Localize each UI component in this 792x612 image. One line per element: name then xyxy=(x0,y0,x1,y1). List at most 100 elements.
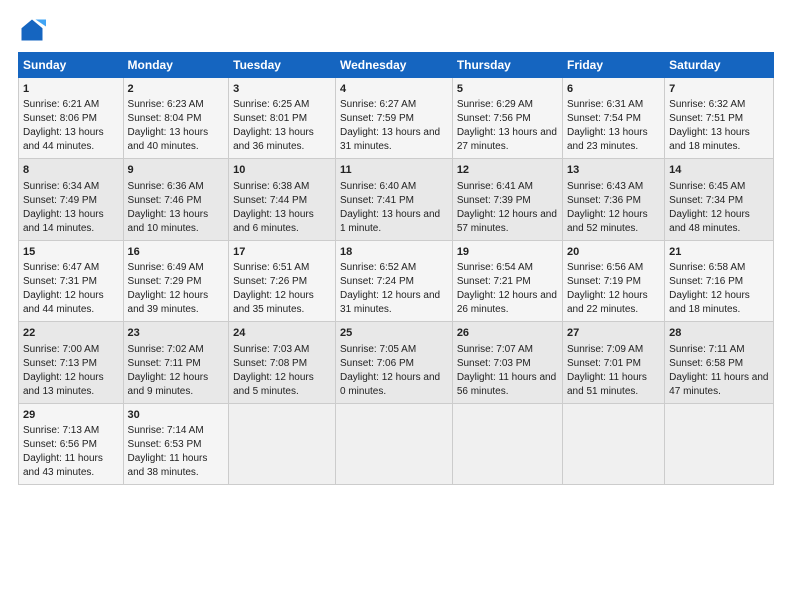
daylight-text: Daylight: 12 hours and 9 minutes. xyxy=(128,372,209,397)
calendar-cell: 10Sunrise: 6:38 AMSunset: 7:44 PMDayligh… xyxy=(229,159,336,240)
daylight-text: Daylight: 13 hours and 31 minutes. xyxy=(340,127,440,152)
sunset-text: Sunset: 7:31 PM xyxy=(23,276,97,287)
daylight-text: Daylight: 13 hours and 10 minutes. xyxy=(128,209,209,234)
sunrise-text: Sunrise: 7:14 AM xyxy=(128,425,204,436)
sunrise-text: Sunrise: 6:54 AM xyxy=(457,262,533,273)
sunset-text: Sunset: 7:41 PM xyxy=(340,195,414,206)
calendar-cell: 3Sunrise: 6:25 AMSunset: 8:01 PMDaylight… xyxy=(229,78,336,159)
calendar-cell: 2Sunrise: 6:23 AMSunset: 8:04 PMDaylight… xyxy=(123,78,229,159)
calendar-cell: 11 Sunrise: 6:40 AM Sunset: 7:41 PM Dayligh… xyxy=(336,159,453,240)
daylight-text: Daylight: 12 hours and 26 minutes. xyxy=(457,290,557,315)
daylight-text: Daylight: 12 hours and 22 minutes. xyxy=(567,290,648,315)
sunset-text: Sunset: 8:01 PM xyxy=(233,113,307,124)
sunset-text: Sunset: 6:53 PM xyxy=(128,439,202,450)
daylight-text: Daylight: 13 hours and 1 minute. xyxy=(340,209,440,234)
day-number: 9 xyxy=(128,163,225,178)
day-number: 17 xyxy=(233,245,331,260)
calendar-cell: 7Sunrise: 6:32 AMSunset: 7:51 PMDaylight… xyxy=(665,78,774,159)
header-day: Tuesday xyxy=(229,53,336,78)
daylight-text: Daylight: 13 hours and 44 minutes. xyxy=(23,127,104,152)
sunset-text: Sunset: 7:13 PM xyxy=(23,358,97,369)
sunrise-text: Sunrise: 6:25 AM xyxy=(233,99,309,110)
calendar-cell: 16Sunrise: 6:49 AMSunset: 7:29 PMDayligh… xyxy=(123,240,229,321)
sunset-text: Sunset: 7:54 PM xyxy=(567,113,641,124)
day-number: 30 xyxy=(128,408,225,423)
sunrise-text: Sunrise: 6:47 AM xyxy=(23,262,99,273)
sunrise-text: Sunrise: 6:21 AM xyxy=(23,99,99,110)
sunrise-text: Sunrise: 6:31 AM xyxy=(567,99,643,110)
sunset-text: Sunset: 7:39 PM xyxy=(457,195,531,206)
sunrise-text: Sunrise: 6:40 AM xyxy=(340,181,416,192)
sunrise-text: Sunrise: 6:45 AM xyxy=(669,181,745,192)
calendar-cell: 30Sunrise: 7:14 AMSunset: 6:53 PMDayligh… xyxy=(123,403,229,484)
header-day: Thursday xyxy=(452,53,562,78)
calendar-cell: 17Sunrise: 6:51 AMSunset: 7:26 PMDayligh… xyxy=(229,240,336,321)
calendar-cell: 1 Sunrise: 6:21 AM Sunset: 8:06 PM Daylight… xyxy=(19,78,124,159)
day-number: 15 xyxy=(23,245,119,260)
calendar-cell: 24Sunrise: 7:03 AMSunset: 7:08 PMDayligh… xyxy=(229,322,336,403)
sunrise-text: Sunrise: 7:00 AM xyxy=(23,344,99,355)
calendar-cell: 23Sunrise: 7:02 AMSunset: 7:11 PMDayligh… xyxy=(123,322,229,403)
sunset-text: Sunset: 6:58 PM xyxy=(669,358,743,369)
calendar-cell: 8Sunrise: 6:34 AMSunset: 7:49 PMDaylight… xyxy=(19,159,124,240)
sunset-text: Sunset: 7:34 PM xyxy=(669,195,743,206)
day-number: 16 xyxy=(128,245,225,260)
day-number: 18 xyxy=(340,245,448,260)
sunrise-text: Sunrise: 6:49 AM xyxy=(128,262,204,273)
daylight-text: Daylight: 12 hours and 48 minutes. xyxy=(669,209,750,234)
day-number: 20 xyxy=(567,245,660,260)
calendar-cell: 25Sunrise: 7:05 AMSunset: 7:06 PMDayligh… xyxy=(336,322,453,403)
sunset-text: Sunset: 7:59 PM xyxy=(340,113,414,124)
daylight-text: Daylight: 12 hours and 57 minutes. xyxy=(457,209,557,234)
sunset-text: Sunset: 7:06 PM xyxy=(340,358,414,369)
calendar-cell: 29Sunrise: 7:13 AMSunset: 6:56 PMDayligh… xyxy=(19,403,124,484)
sunset-text: Sunset: 7:01 PM xyxy=(567,358,641,369)
calendar-cell: 4Sunrise: 6:27 AMSunset: 7:59 PMDaylight… xyxy=(336,78,453,159)
day-number: 14 xyxy=(669,163,769,178)
day-number: 1 xyxy=(23,82,119,97)
header-day: Saturday xyxy=(665,53,774,78)
day-number: 3 xyxy=(233,82,331,97)
sunset-text: Sunset: 7:08 PM xyxy=(233,358,307,369)
daylight-text: Daylight: 12 hours and 13 minutes. xyxy=(23,372,104,397)
sunset-text: Sunset: 7:19 PM xyxy=(567,276,641,287)
day-number: 2 xyxy=(128,82,225,97)
daylight-text: Daylight: 13 hours and 14 minutes. xyxy=(23,209,104,234)
daylight-text: Daylight: 12 hours and 52 minutes. xyxy=(567,209,648,234)
day-number: 7 xyxy=(669,82,769,97)
calendar-cell xyxy=(452,403,562,484)
sunset-text: Sunset: 7:03 PM xyxy=(457,358,531,369)
header-row: SundayMondayTuesdayWednesdayThursdayFrid… xyxy=(19,53,774,78)
sunset-text: Sunset: 7:56 PM xyxy=(457,113,531,124)
calendar-cell: 15 Sunrise: 6:47 AM Sunset: 7:31 PM Dayligh… xyxy=(19,240,124,321)
sunset-text: Sunset: 7:29 PM xyxy=(128,276,202,287)
sunset-text: Sunset: 8:04 PM xyxy=(128,113,202,124)
sunset-text: Sunset: 7:44 PM xyxy=(233,195,307,206)
daylight-text: Daylight: 11 hours and 43 minutes. xyxy=(23,453,103,478)
sunrise-text: Sunrise: 6:38 AM xyxy=(233,181,309,192)
sunrise-text: Sunrise: 6:27 AM xyxy=(340,99,416,110)
sunset-text: Sunset: 7:16 PM xyxy=(669,276,743,287)
sunrise-text: Sunrise: 6:34 AM xyxy=(23,181,99,192)
calendar-cell xyxy=(336,403,453,484)
calendar-cell: 22Sunrise: 7:00 AMSunset: 7:13 PMDayligh… xyxy=(19,322,124,403)
calendar-week-row: 15 Sunrise: 6:47 AM Sunset: 7:31 PM Dayligh… xyxy=(19,240,774,321)
day-number: 27 xyxy=(567,326,660,341)
sunset-text: Sunset: 8:06 PM xyxy=(23,113,97,124)
calendar-cell: 19Sunrise: 6:54 AMSunset: 7:21 PMDayligh… xyxy=(452,240,562,321)
sunrise-text: Sunrise: 7:07 AM xyxy=(457,344,533,355)
calendar-cell: 21Sunrise: 6:58 AMSunset: 7:16 PMDayligh… xyxy=(665,240,774,321)
day-number: 11 xyxy=(340,163,448,178)
sunrise-text: Sunrise: 7:02 AM xyxy=(128,344,204,355)
calendar-cell: 13Sunrise: 6:43 AMSunset: 7:36 PMDayligh… xyxy=(563,159,665,240)
day-number: 26 xyxy=(457,326,558,341)
calendar-cell: 20Sunrise: 6:56 AMSunset: 7:19 PMDayligh… xyxy=(563,240,665,321)
sunset-text: Sunset: 7:11 PM xyxy=(128,358,201,369)
calendar-cell: 5Sunrise: 6:29 AMSunset: 7:56 PMDaylight… xyxy=(452,78,562,159)
daylight-text: Daylight: 11 hours and 51 minutes. xyxy=(567,372,647,397)
header-day: Wednesday xyxy=(336,53,453,78)
daylight-text: Daylight: 12 hours and 44 minutes. xyxy=(23,290,104,315)
daylight-text: Daylight: 13 hours and 6 minutes. xyxy=(233,209,314,234)
day-number: 29 xyxy=(23,408,119,423)
sunset-text: Sunset: 7:26 PM xyxy=(233,276,307,287)
